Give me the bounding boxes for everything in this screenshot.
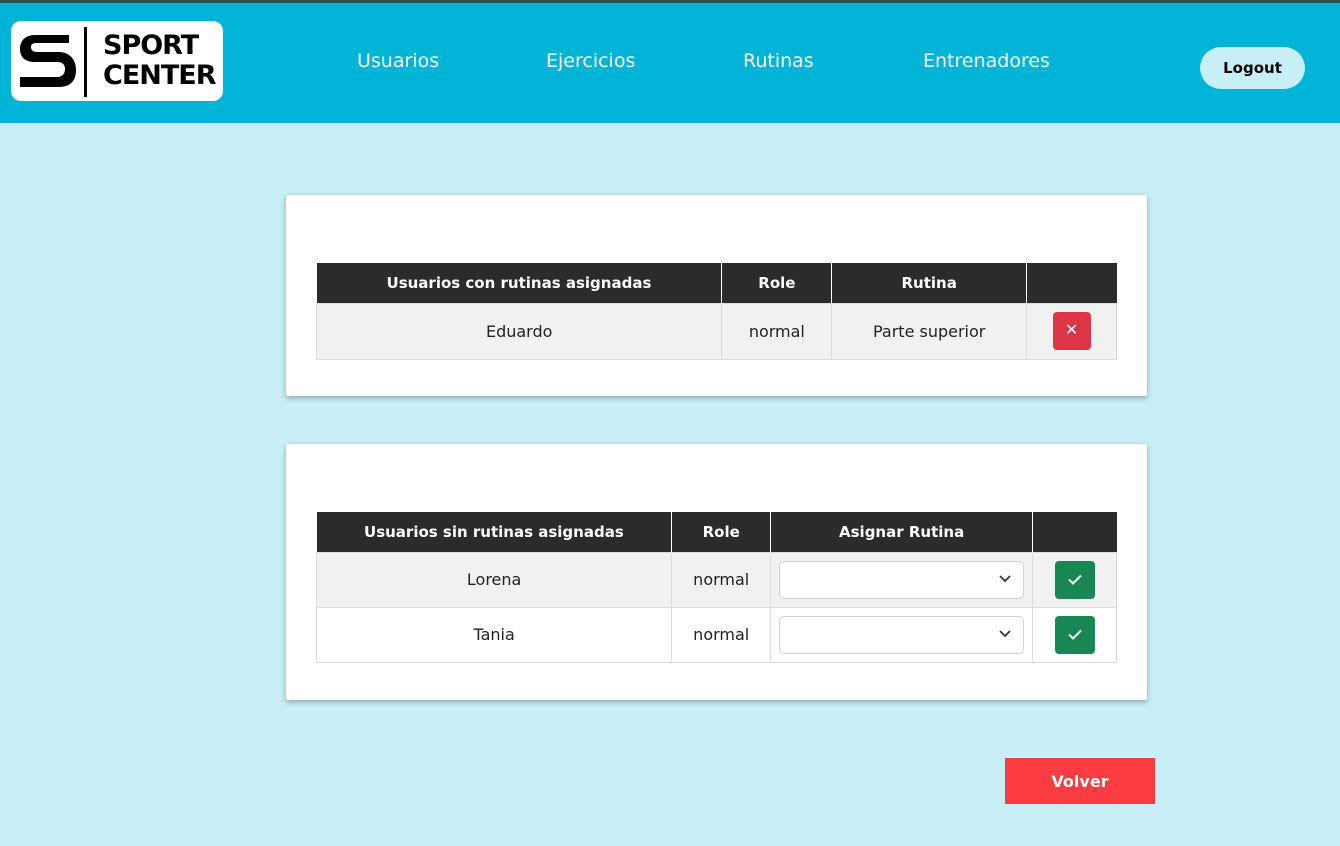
actions-cell: [1032, 551, 1117, 608]
rutina-select[interactable]: [779, 615, 1025, 654]
user-role: normal: [671, 606, 772, 663]
nav-rutinas[interactable]: Rutinas: [743, 50, 814, 72]
column-header-role: Role: [721, 263, 833, 303]
navbar: SPORT CENTER Usuarios Ejercicios Rutinas …: [0, 3, 1340, 123]
table-row: Tania normal: [315, 606, 1117, 663]
user-role: normal: [721, 302, 833, 360]
column-header-role: Role: [671, 512, 772, 552]
column-header-rutina: Rutina: [831, 263, 1028, 303]
volver-button[interactable]: Volver: [1005, 758, 1155, 804]
column-header-actions: [1032, 512, 1117, 552]
user-name: Tania: [315, 606, 673, 663]
assign-rutina-button[interactable]: [1054, 560, 1095, 599]
table-row: Eduardo normal Parte superior ✕: [315, 302, 1117, 360]
logo-wordmark: SPORT CENTER: [103, 30, 217, 91]
chevron-down-icon: [999, 574, 1011, 582]
user-name: Lorena: [315, 551, 673, 608]
user-rutina: Parte superior: [831, 302, 1028, 360]
sport-center-logo[interactable]: SPORT CENTER: [11, 21, 223, 101]
table-row: Lorena normal: [315, 551, 1117, 608]
assign-rutina-button[interactable]: [1054, 615, 1095, 654]
column-header-users: Usuarios con rutinas asignadas: [316, 263, 723, 303]
actions-cell: [1032, 606, 1117, 663]
check-icon: [1067, 574, 1082, 585]
user-name: Eduardo: [315, 302, 723, 360]
logo-divider: [84, 27, 87, 97]
assigned-users-card: Usuarios con rutinas asignadas Role Ruti…: [286, 195, 1147, 396]
column-header-asignar-rutina: Asignar Rutina: [770, 512, 1034, 552]
nav-ejercicios[interactable]: Ejercicios: [546, 50, 635, 72]
column-header-actions: [1026, 263, 1117, 303]
user-role: normal: [671, 551, 772, 608]
check-icon: [1067, 629, 1082, 640]
remove-rutina-button[interactable]: ✕: [1052, 312, 1091, 350]
actions-cell: ✕: [1026, 302, 1117, 360]
rutina-select-cell: [770, 606, 1034, 663]
logout-button[interactable]: Logout: [1200, 47, 1305, 89]
rutina-select[interactable]: [779, 560, 1025, 599]
unassigned-users-table: Usuarios sin rutinas asignadas Role Asig…: [315, 512, 1117, 663]
column-header-users: Usuarios sin rutinas asignadas: [316, 512, 673, 552]
assigned-users-table: Usuarios con rutinas asignadas Role Ruti…: [315, 263, 1117, 360]
chevron-down-icon: [999, 629, 1011, 637]
unassigned-users-card: Usuarios sin rutinas asignadas Role Asig…: [286, 444, 1147, 700]
s-logo-icon: [20, 35, 76, 87]
rutina-select-cell: [770, 551, 1034, 608]
close-icon: ✕: [1064, 322, 1079, 339]
nav-entrenadores[interactable]: Entrenadores: [923, 50, 1050, 72]
nav-usuarios[interactable]: Usuarios: [357, 50, 439, 72]
